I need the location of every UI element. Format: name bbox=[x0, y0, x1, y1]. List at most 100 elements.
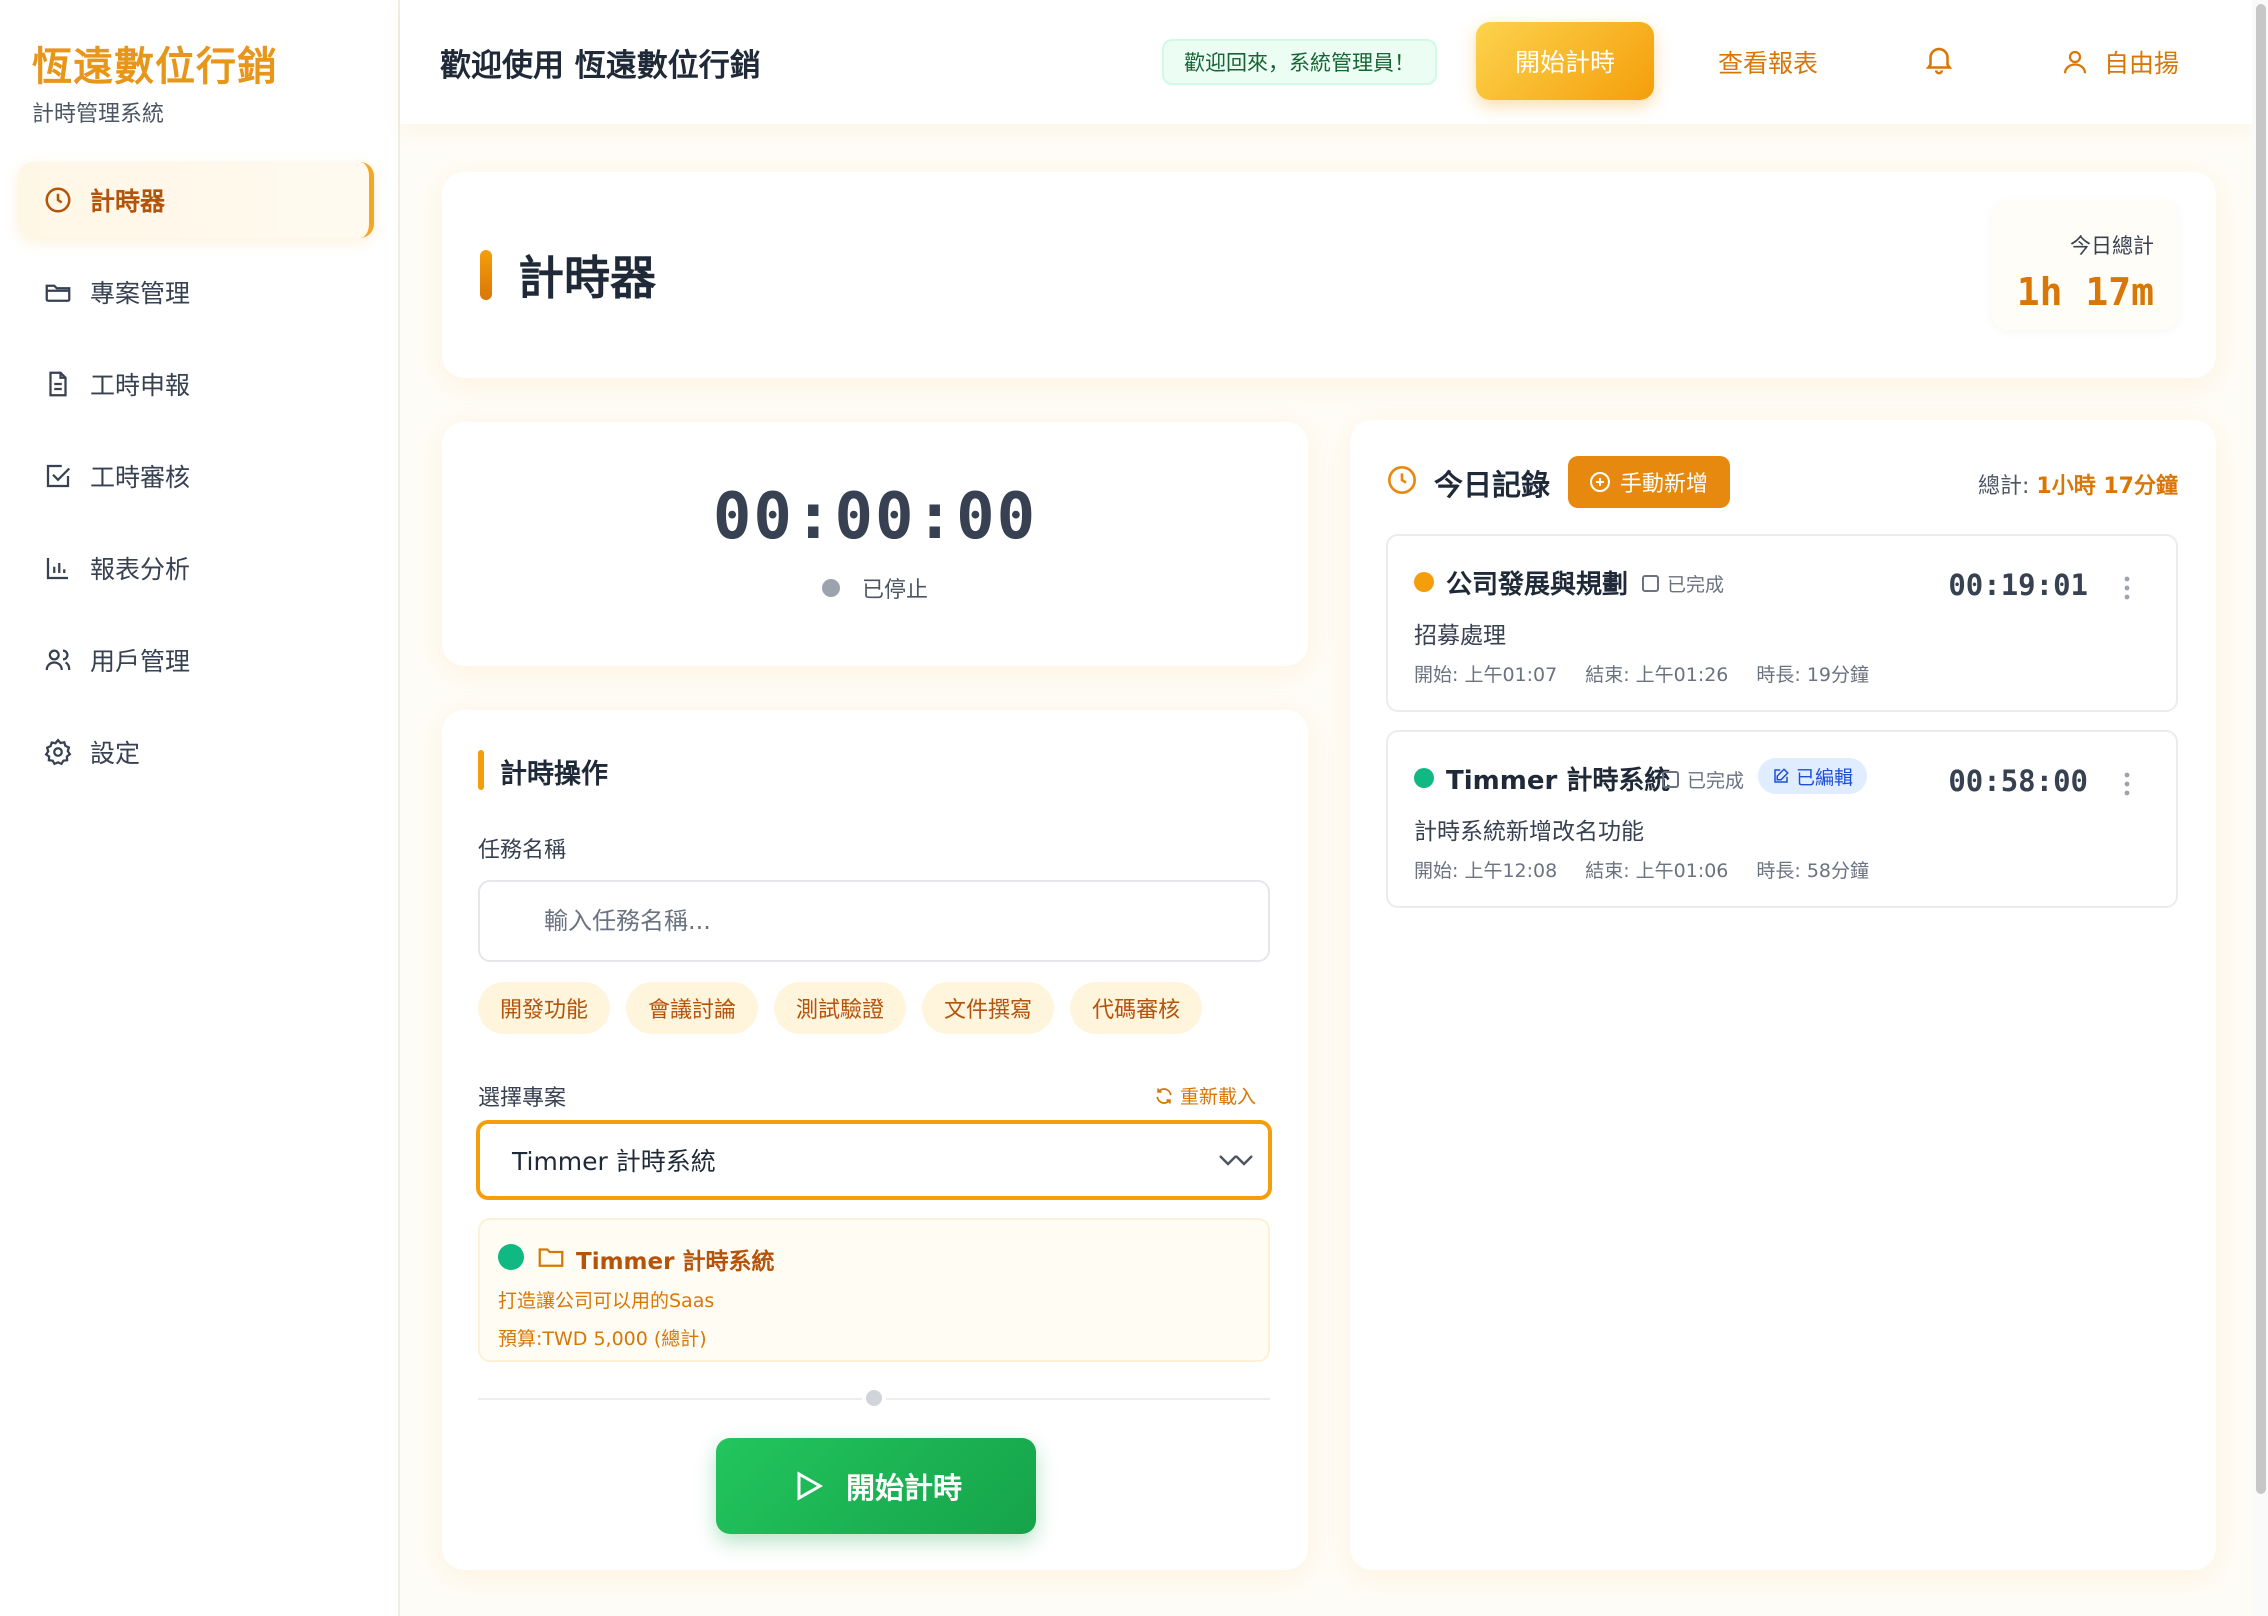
record-length: 時長: 19分鐘 bbox=[1756, 664, 1870, 686]
chip-docs[interactable]: 文件撰寫 bbox=[922, 982, 1055, 1034]
clock-icon bbox=[1388, 466, 1416, 494]
today-total-value: 1h 17m bbox=[2016, 270, 2154, 314]
chip-dev[interactable]: 開發功能 bbox=[478, 982, 611, 1034]
sidebar: 恆遠數位行銷 計時管理系統 計時器 專案管理 工時申報 工時審核 報表分析 用戶… bbox=[0, 0, 400, 1616]
brand-name: 恆遠數位行銷 bbox=[32, 44, 278, 90]
task-quick-chips: 開發功能 會議討論 測試驗證 文件撰寫 代碼審核 bbox=[478, 982, 1218, 1034]
sidebar-item-reports[interactable]: 報表分析 bbox=[18, 530, 374, 606]
users-icon bbox=[42, 644, 74, 676]
records-title: 今日記錄 bbox=[1434, 468, 1551, 502]
more-vertical-icon[interactable] bbox=[2124, 576, 2130, 600]
record-description: 招募處理 bbox=[1414, 623, 1506, 649]
reload-label: 重新載入 bbox=[1179, 1086, 1256, 1108]
record-project: Timmer 計時系統 bbox=[1446, 766, 1671, 796]
record-end: 結束: 上午01:26 bbox=[1585, 664, 1729, 686]
refresh-icon bbox=[1156, 1087, 1172, 1104]
task-name-input[interactable] bbox=[478, 880, 1270, 962]
project-color-dot bbox=[1414, 768, 1434, 788]
task-name-label: 任務名稱 bbox=[478, 838, 567, 863]
records-total-value: 1小時 17分鐘 bbox=[2036, 474, 2178, 499]
today-records-card: 今日記錄 手動新增 總計: 1小時 17分鐘 公司發展與規劃 已完成 00:19… bbox=[1350, 420, 2216, 1570]
start-timer-button[interactable]: 開始計時 bbox=[716, 1438, 1036, 1534]
chip-testing[interactable]: 測試驗證 bbox=[774, 982, 907, 1034]
sidebar-item-timer[interactable]: 計時器 bbox=[18, 162, 374, 238]
today-total-label: 今日總計 bbox=[2070, 234, 2154, 258]
record-start: 開始: 上午01:07 bbox=[1414, 664, 1558, 686]
sidebar-item-timesheet[interactable]: 工時申報 bbox=[18, 346, 374, 422]
sidebar-item-review[interactable]: 工時審核 bbox=[18, 438, 374, 514]
bell-icon[interactable] bbox=[1922, 42, 1956, 76]
user-icon bbox=[2063, 50, 2087, 74]
done-label: 已完成 bbox=[1667, 574, 1725, 596]
checkbox-icon bbox=[42, 460, 74, 492]
timer-display: 00:00:00 bbox=[712, 480, 1038, 554]
timer-status-label: 已停止 bbox=[861, 578, 928, 603]
project-color-dot bbox=[1414, 572, 1434, 592]
sidebar-item-label: 報表分析 bbox=[90, 555, 191, 584]
project-select[interactable]: Timmer 計時系統 bbox=[476, 1120, 1272, 1200]
brand-subtitle: 計時管理系統 bbox=[32, 102, 165, 127]
reload-button[interactable]: 重新載入 bbox=[1154, 1082, 1256, 1109]
gear-icon bbox=[42, 736, 74, 768]
folder-icon bbox=[538, 1248, 564, 1267]
welcome-badge: 歡迎回來，系統管理員！ bbox=[1162, 39, 1437, 85]
scrollbar[interactable] bbox=[2252, 0, 2268, 1616]
sidebar-item-label: 用戶管理 bbox=[90, 647, 191, 676]
record-project: 公司發展與規劃 bbox=[1446, 570, 1629, 600]
divider-dot bbox=[862, 1386, 886, 1410]
manual-add-button[interactable]: 手動新增 bbox=[1568, 456, 1731, 508]
record-description: 計時系統新增改名功能 bbox=[1414, 819, 1644, 845]
more-vertical-icon[interactable] bbox=[2124, 772, 2130, 796]
record-start: 開始: 上午12:08 bbox=[1414, 860, 1558, 882]
edit-icon bbox=[1774, 768, 1789, 783]
edited-label: 已編輯 bbox=[1796, 766, 1854, 789]
user-name: 自由揚 bbox=[2104, 49, 2180, 78]
record-end: 結束: 上午01:06 bbox=[1585, 860, 1729, 882]
chip-code-review[interactable]: 代碼審核 bbox=[1070, 982, 1203, 1034]
sidebar-item-label: 設定 bbox=[90, 739, 141, 768]
records-total-label: 總計: bbox=[1978, 474, 2037, 499]
play-icon bbox=[797, 1471, 824, 1501]
plus-circle-icon bbox=[1590, 472, 1610, 492]
record-duration-clock: 00:58:00 bbox=[1948, 764, 2088, 798]
edited-badge: 已編輯 bbox=[1758, 758, 1868, 794]
record-duration-clock: 00:19:01 bbox=[1948, 568, 2088, 602]
top-start-timer-button[interactable]: 開始計時 bbox=[1476, 22, 1654, 100]
sidebar-item-settings[interactable]: 設定 bbox=[18, 714, 374, 790]
record-item[interactable]: 公司發展與規劃 已完成 00:19:01 招募處理 開始: 上午01:07 結束… bbox=[1386, 534, 2178, 712]
start-timer-label: 開始計時 bbox=[845, 1471, 962, 1505]
document-icon bbox=[42, 368, 74, 400]
record-length: 時長: 58分鐘 bbox=[1756, 860, 1870, 882]
scrollbar-thumb[interactable] bbox=[2256, 4, 2266, 1494]
sidebar-item-label: 專案管理 bbox=[90, 279, 191, 308]
done-label: 已完成 bbox=[1687, 770, 1745, 792]
title-accent-bar bbox=[480, 250, 492, 300]
user-menu[interactable]: 自由揚 bbox=[2060, 44, 2179, 80]
chip-meeting[interactable]: 會議討論 bbox=[626, 982, 759, 1034]
timer-display-card: 00:00:00 已停止 bbox=[442, 422, 1308, 666]
done-checkbox[interactable]: 已完成 bbox=[1662, 766, 1744, 793]
sidebar-item-projects[interactable]: 專案管理 bbox=[18, 254, 374, 330]
sidebar-nav: 計時器 專案管理 工時申報 工時審核 報表分析 用戶管理 設定 bbox=[18, 162, 374, 806]
project-info-budget: 預算:TWD 5,000 (總計) bbox=[498, 1328, 707, 1350]
status-dot bbox=[821, 579, 840, 597]
title-accent-bar bbox=[478, 750, 484, 790]
timer-status: 已停止 bbox=[442, 572, 1308, 604]
sidebar-item-label: 工時申報 bbox=[90, 371, 191, 400]
done-checkbox[interactable]: 已完成 bbox=[1642, 570, 1724, 597]
checkbox-icon bbox=[1642, 575, 1659, 592]
header-card: 計時器 今日總計 1h 17m bbox=[442, 172, 2216, 378]
bar-chart-icon bbox=[42, 552, 74, 584]
record-meta: 開始: 上午01:07 結束: 上午01:26 時長: 19分鐘 bbox=[1414, 660, 1897, 687]
project-info-card: Timmer 計時系統 打造讓公司可以用的Saas 預算:TWD 5,000 (… bbox=[478, 1218, 1270, 1362]
project-info-name: Timmer 計時系統 bbox=[576, 1249, 775, 1275]
project-select-label: 選擇專案 bbox=[478, 1086, 567, 1111]
view-report-link[interactable]: 查看報表 bbox=[1718, 44, 1818, 80]
clock-icon bbox=[42, 184, 74, 216]
sidebar-item-users[interactable]: 用戶管理 bbox=[18, 622, 374, 698]
manual-add-label: 手動新增 bbox=[1620, 472, 1709, 497]
sidebar-item-label: 計時器 bbox=[90, 187, 166, 216]
record-item[interactable]: Timmer 計時系統 已完成 已編輯 00:58:00 計時系統新增改名功能 … bbox=[1386, 730, 2178, 908]
selected-project: Timmer 計時系統 bbox=[512, 1147, 716, 1176]
timer-operations-card: 計時操作 任務名稱 開發功能 會議討論 測試驗證 文件撰寫 代碼審核 選擇專案 … bbox=[442, 710, 1308, 1570]
